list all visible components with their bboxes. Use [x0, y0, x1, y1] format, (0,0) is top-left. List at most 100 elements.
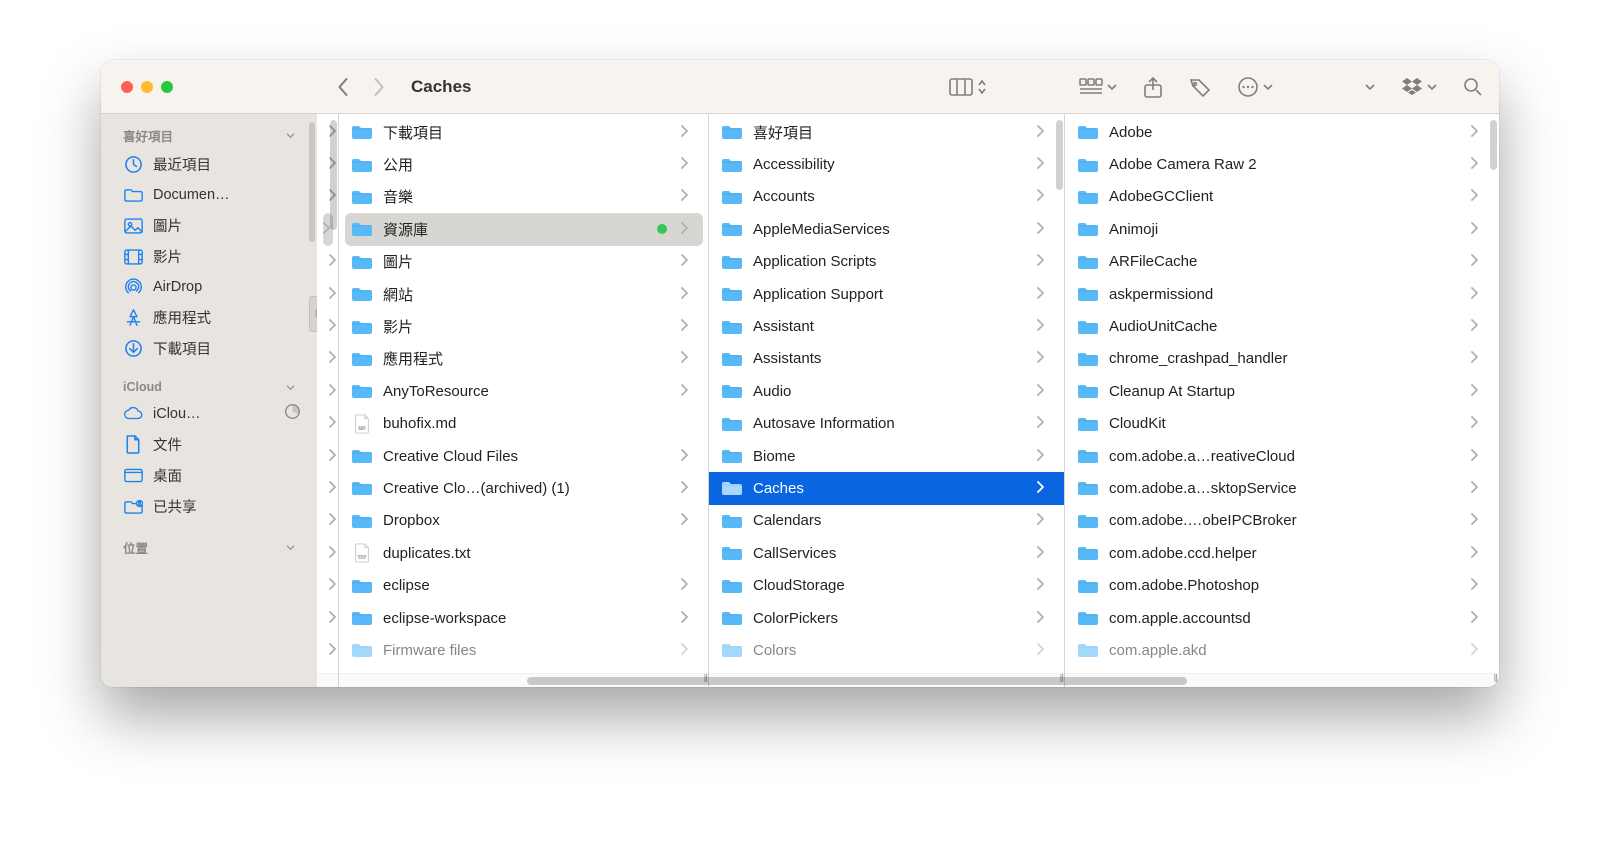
file-row[interactable]: Accounts: [709, 181, 1065, 213]
file-row[interactable]: Animoji: [1065, 213, 1499, 245]
file-row[interactable]: ColorPickers: [709, 602, 1065, 634]
close-window-button[interactable]: [121, 81, 133, 93]
sidebar-section-header[interactable]: iCloud: [101, 376, 317, 398]
sidebar-item[interactable]: 最近項目: [101, 149, 317, 180]
file-row[interactable]: Caches: [709, 472, 1065, 504]
sidebar-item[interactable]: iClou…: [101, 398, 317, 429]
forward-button[interactable]: [372, 77, 385, 97]
file-row[interactable]: com.adobe.…obeIPCBroker: [1065, 505, 1499, 537]
file-row[interactable]: Biome: [709, 440, 1065, 472]
sidebar-item[interactable]: 影片: [101, 241, 317, 272]
back-button[interactable]: [337, 77, 350, 97]
sidebar-item[interactable]: Documen…: [101, 180, 317, 210]
file-row[interactable]: ARFileCache: [1065, 246, 1499, 278]
row-stub[interactable]: [317, 278, 339, 310]
file-row[interactable]: AudioUnitCache: [1065, 310, 1499, 342]
file-row[interactable]: Dropbox: [339, 505, 709, 537]
row-stub[interactable]: [317, 472, 339, 504]
row-stub[interactable]: [317, 375, 339, 407]
file-row[interactable]: chrome_crashpad_handler: [1065, 343, 1499, 375]
file-row[interactable]: Assistants: [709, 343, 1065, 375]
file-row[interactable]: com.adobe.a…reativeCloud: [1065, 440, 1499, 472]
sidebar-item[interactable]: 下載項目: [101, 333, 317, 364]
folder-icon: [351, 478, 373, 498]
sidebar-item[interactable]: 圖片: [101, 210, 317, 241]
vertical-scroll-thumb[interactable]: [1490, 120, 1497, 170]
file-row[interactable]: CloudKit: [1065, 408, 1499, 440]
zoom-window-button[interactable]: [161, 81, 173, 93]
share-button[interactable]: [1143, 76, 1163, 98]
file-row[interactable]: com.apple.akd: [1065, 634, 1499, 666]
row-stub[interactable]: [317, 505, 339, 537]
file-row[interactable]: Calendars: [709, 505, 1065, 537]
file-row[interactable]: 影片: [339, 310, 709, 342]
file-row[interactable]: Creative Clo…(archived) (1): [339, 472, 709, 504]
sidebar-item[interactable]: 已共享: [101, 491, 317, 522]
row-stub[interactable]: [317, 569, 339, 601]
action-menu-button[interactable]: [1237, 76, 1273, 98]
tags-button[interactable]: [1189, 76, 1211, 98]
search-button[interactable]: [1463, 77, 1483, 97]
file-row[interactable]: Accessibility: [709, 148, 1065, 180]
file-row[interactable]: 公用: [339, 148, 709, 180]
row-stub[interactable]: [317, 537, 339, 569]
row-stub[interactable]: [317, 602, 339, 634]
folder-icon: [721, 640, 743, 660]
file-row[interactable]: com.adobe.Photoshop: [1065, 569, 1499, 601]
group-by-button[interactable]: [1079, 78, 1117, 96]
file-row[interactable]: Audio: [709, 375, 1065, 407]
file-row[interactable]: 網站: [339, 278, 709, 310]
sidebar-scrollbar[interactable]: [309, 122, 315, 242]
file-row[interactable]: 喜好項目: [709, 116, 1065, 148]
sidebar-section-header[interactable]: 喜好項目: [101, 122, 317, 149]
file-row[interactable]: eclipse: [339, 569, 709, 601]
file-row[interactable]: Autosave Information: [709, 408, 1065, 440]
minimize-window-button[interactable]: [141, 81, 153, 93]
file-row[interactable]: 音樂: [339, 181, 709, 213]
sidebar-item[interactable]: AirDrop: [101, 272, 317, 302]
row-stub[interactable]: [317, 408, 339, 440]
toolbar-extension-button[interactable]: [1365, 83, 1375, 91]
file-row[interactable]: 圖片: [339, 246, 709, 278]
vertical-scroll-thumb[interactable]: [330, 120, 337, 230]
file-row[interactable]: 應用程式: [339, 343, 709, 375]
file-row[interactable]: 下載項目: [339, 116, 709, 148]
file-row[interactable]: com.adobe.a…sktopService: [1065, 472, 1499, 504]
file-row[interactable]: Creative Cloud Files: [339, 440, 709, 472]
file-row[interactable]: MDbuhofix.md: [339, 408, 709, 440]
file-row[interactable]: Colors: [709, 634, 1065, 666]
file-row[interactable]: eclipse-workspace: [339, 602, 709, 634]
file-row[interactable]: askpermissiond: [1065, 278, 1499, 310]
row-stub[interactable]: [317, 310, 339, 342]
view-columns-button[interactable]: [949, 78, 987, 96]
file-row[interactable]: 資源庫: [345, 213, 703, 245]
sidebar-item[interactable]: 文件: [101, 429, 317, 460]
vertical-scroll-thumb[interactable]: [1056, 120, 1063, 190]
file-row[interactable]: AnyToResource: [339, 375, 709, 407]
file-row[interactable]: Firmware files: [339, 634, 709, 666]
file-row[interactable]: CloudStorage: [709, 569, 1065, 601]
sidebar-section-header[interactable]: 位置: [101, 534, 317, 561]
row-stub[interactable]: [317, 634, 339, 666]
file-row[interactable]: AppleMediaServices: [709, 213, 1065, 245]
dropbox-button[interactable]: [1401, 77, 1437, 97]
horizontal-scroll-thumb[interactable]: [527, 677, 1187, 685]
file-row[interactable]: Application Scripts: [709, 246, 1065, 278]
file-row[interactable]: com.adobe.ccd.helper: [1065, 537, 1499, 569]
file-row[interactable]: Cleanup At Startup: [1065, 375, 1499, 407]
file-icon: TXT: [351, 543, 373, 563]
file-row[interactable]: Application Support: [709, 278, 1065, 310]
sidebar-item[interactable]: 應用程式: [101, 302, 317, 333]
file-row[interactable]: Adobe Camera Raw 2: [1065, 148, 1499, 180]
horizontal-scrollbar[interactable]: [317, 673, 1499, 687]
file-row[interactable]: TXTduplicates.txt: [339, 537, 709, 569]
file-row[interactable]: CallServices: [709, 537, 1065, 569]
file-row[interactable]: AdobeGCClient: [1065, 181, 1499, 213]
file-row[interactable]: Assistant: [709, 310, 1065, 342]
row-stub[interactable]: [317, 440, 339, 472]
file-row[interactable]: com.apple.accountsd: [1065, 602, 1499, 634]
row-stub[interactable]: [317, 343, 339, 375]
file-row[interactable]: Adobe: [1065, 116, 1499, 148]
sidebar-item[interactable]: 桌面: [101, 460, 317, 491]
row-stub[interactable]: [317, 246, 339, 278]
